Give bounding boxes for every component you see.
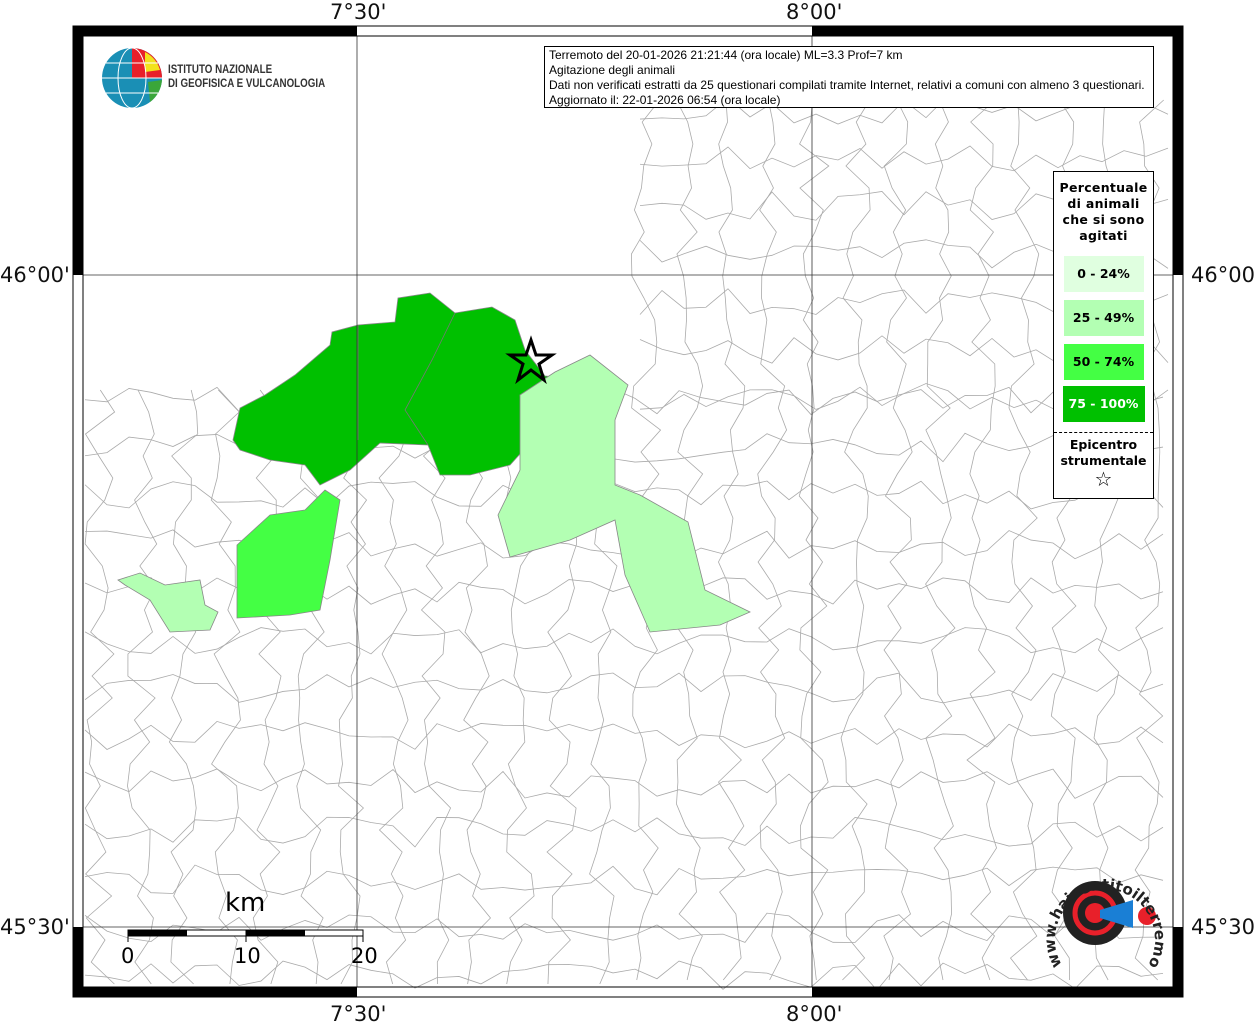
region-50-74[interactable] bbox=[236, 489, 341, 619]
region-25-49-a[interactable] bbox=[497, 354, 751, 633]
info-line3: Dati non verificati estratti da 25 quest… bbox=[549, 78, 1145, 92]
epicenter-label: Epicentro bbox=[1069, 437, 1138, 452]
epicenter-star-icon: ☆ bbox=[1094, 467, 1113, 491]
info-line4: Aggiornato il: 22-01-2026 06:54 (ora loc… bbox=[549, 93, 781, 107]
ingv-logo-text: ISTITUTO NAZIONALE DI GEOFISICA E VULCAN… bbox=[168, 63, 325, 91]
region-75-100[interactable] bbox=[232, 292, 571, 486]
legend-class-25-49: 25 - 49% bbox=[1063, 300, 1144, 336]
lat-tick-right-2: 45°30' bbox=[1191, 915, 1256, 939]
hsit-text: www.haisentitoilterremoto.it bbox=[1040, 855, 1169, 971]
ingv-line1: ISTITUTO NAZIONALE bbox=[168, 64, 273, 76]
legend-class-75-100: 75 - 100% bbox=[1062, 386, 1145, 422]
lon-tick-top-2: 8°00' bbox=[786, 0, 843, 24]
legend-title-line: agitati bbox=[1079, 228, 1128, 243]
scale-unit: km bbox=[225, 888, 266, 918]
legend-title-line: Percentuale bbox=[1059, 180, 1148, 195]
scale-bar bbox=[127, 929, 364, 942]
legend-title-line: di animali bbox=[1067, 196, 1140, 211]
legend: Percentuale di animali che si sono agita… bbox=[1053, 171, 1154, 499]
hsit-logo-text: www.haisentitoilterremoto.it bbox=[1040, 855, 1169, 971]
legend-class-0-24: 0 - 24% bbox=[1063, 256, 1144, 292]
ingv-logo-globe bbox=[102, 47, 162, 109]
legend-title-line: che si sono bbox=[1062, 212, 1145, 227]
legend-title: Percentuale di animali che si sono agita… bbox=[1054, 180, 1153, 244]
ingv-line2: DI GEOFISICA E VULCANOLOGIA bbox=[168, 78, 326, 90]
region-25-49-b[interactable] bbox=[117, 572, 219, 633]
lon-tick-top-1: 7°30' bbox=[330, 0, 387, 24]
scale-label-10: 10 bbox=[234, 944, 261, 968]
legend-epicenter: Epicentro strumentale ☆ bbox=[1054, 432, 1153, 491]
earthquake-info-box: Terremoto del 20-01-2026 21:21:44 (ora l… bbox=[544, 46, 1154, 108]
lat-tick-right-1: 46°00' bbox=[1191, 263, 1256, 287]
svg-text:www.haisentitoilterremoto.it: www.haisentitoilterremoto.it bbox=[1040, 855, 1169, 971]
lat-tick-left-1: 46°00' bbox=[0, 263, 70, 287]
lon-tick-bottom-2: 8°00' bbox=[786, 1002, 843, 1026]
lon-tick-bottom-1: 7°30' bbox=[330, 1002, 387, 1026]
scale-label-20: 20 bbox=[351, 944, 378, 968]
legend-class-50-74: 50 - 74% bbox=[1063, 344, 1144, 380]
info-line2: Agitazione degli animali bbox=[549, 63, 676, 77]
lat-tick-left-2: 45°30' bbox=[0, 915, 70, 939]
info-line1: Terremoto del 20-01-2026 21:21:44 (ora l… bbox=[549, 48, 903, 62]
scale-label-0: 0 bbox=[121, 944, 135, 968]
